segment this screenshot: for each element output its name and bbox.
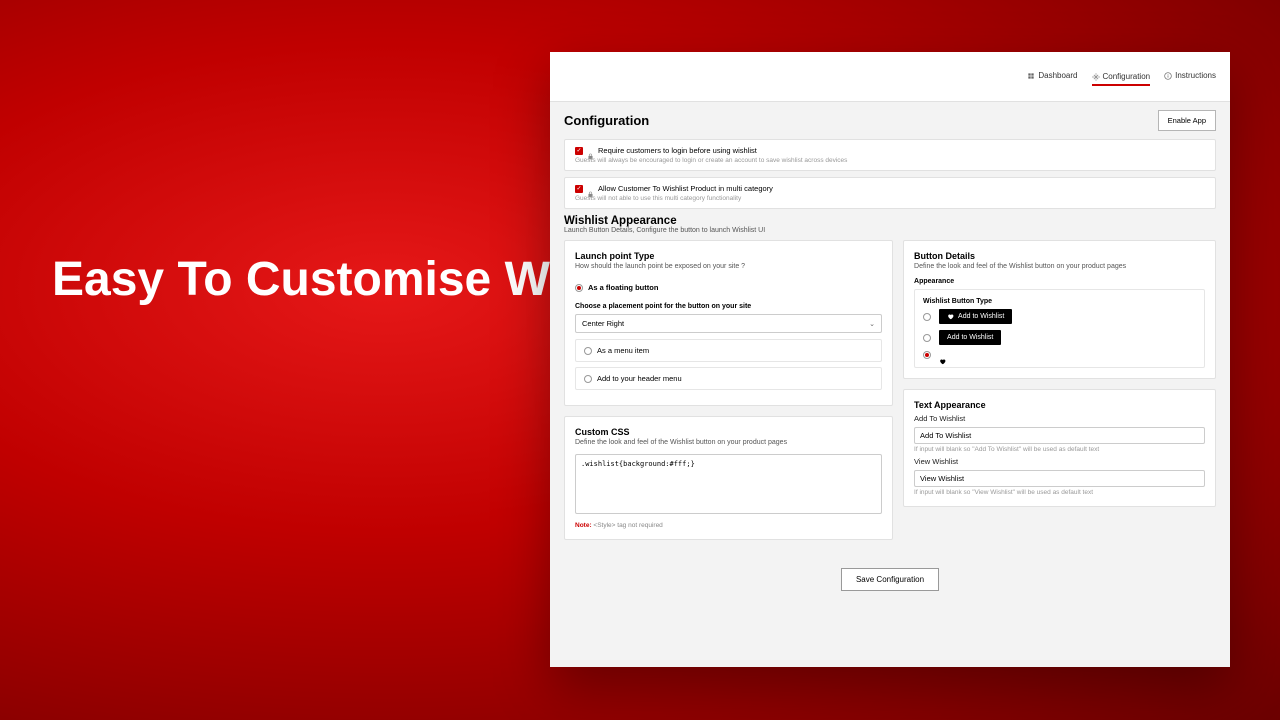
radio-btn-type-3[interactable]	[923, 351, 931, 359]
bd-type-label: Wishlist Button Type	[923, 298, 1196, 305]
multi-category-help: Guests will not able to use this multi c…	[575, 195, 1205, 202]
nav-dashboard-label: Dashboard	[1038, 71, 1077, 80]
page-title: Configuration	[564, 113, 649, 128]
appearance-title: Wishlist Appearance	[564, 215, 1216, 227]
radio-btn-type-1[interactable]	[923, 313, 931, 321]
ta-help-2: If input will blank so "View Wishlist" w…	[914, 489, 1205, 496]
nav-configuration[interactable]: Configuration	[1092, 72, 1151, 86]
css-title: Custom CSS	[575, 427, 882, 437]
page-header: Configuration Enable App	[564, 110, 1216, 131]
nav-instructions[interactable]: Instructions	[1164, 71, 1216, 82]
ta-label-1: Add To Wishlist	[914, 414, 1205, 423]
radio-header-menu[interactable]	[584, 375, 592, 383]
wishlist-button-preview-1: Add to Wishlist	[939, 309, 1012, 324]
ta-label-2: View Wishlist	[914, 457, 1205, 466]
heart-icon	[939, 352, 946, 359]
radio-floating-label: As a floating button	[588, 283, 658, 292]
css-note: Note: <Style> tag not required	[575, 522, 882, 529]
lock-icon	[587, 147, 594, 154]
top-nav: Dashboard Configuration Instructions	[550, 52, 1230, 102]
option-multi-category: ✓ Allow Customer To Wishlist Product in …	[564, 177, 1216, 209]
bd-appearance-label: Appearance	[914, 278, 1205, 285]
info-icon	[1164, 72, 1172, 80]
save-configuration-button[interactable]: Save Configuration	[841, 568, 939, 591]
nav-dashboard[interactable]: Dashboard	[1027, 71, 1077, 82]
css-textarea[interactable]	[575, 454, 882, 514]
placement-label: Choose a placement point for the button …	[575, 303, 882, 310]
nav-configuration-label: Configuration	[1103, 72, 1151, 81]
require-login-label: Require customers to login before using …	[598, 146, 757, 155]
wishlist-button-preview-2: Add to Wishlist	[939, 330, 1001, 345]
custom-css-panel: Custom CSS Define the look and feel of t…	[564, 416, 893, 540]
checkbox-require-login[interactable]: ✓	[575, 147, 583, 155]
appearance-sub: Launch Button Details, Configure the but…	[564, 227, 1216, 234]
ta-title: Text Appearance	[914, 400, 1205, 410]
view-wishlist-input[interactable]	[914, 470, 1205, 487]
checkbox-multi-category[interactable]: ✓	[575, 185, 583, 193]
gear-icon	[1092, 73, 1100, 81]
radio-menu-item-label: As a menu item	[597, 346, 649, 355]
text-appearance-panel: Text Appearance Add To Wishlist If input…	[903, 389, 1216, 507]
multi-category-label: Allow Customer To Wishlist Product in mu…	[598, 184, 773, 193]
button-details-panel: Button Details Define the look and feel …	[903, 240, 1216, 379]
placement-select[interactable]: Center Right ⌄	[575, 314, 882, 333]
lock-icon	[587, 185, 594, 192]
heart-icon	[947, 313, 954, 320]
bd-sub: Define the look and feel of the Wishlist…	[914, 263, 1205, 270]
radio-menu-item[interactable]	[584, 347, 592, 355]
radio-header-menu-label: Add to your header menu	[597, 374, 682, 383]
chevron-down-icon: ⌄	[869, 320, 875, 328]
css-sub: Define the look and feel of the Wishlist…	[575, 439, 882, 446]
nav-instructions-label: Instructions	[1175, 71, 1216, 80]
radio-floating[interactable]	[575, 284, 583, 292]
launch-point-panel: Launch point Type How should the launch …	[564, 240, 893, 406]
placement-value: Center Right	[582, 319, 624, 328]
radio-btn-type-2[interactable]	[923, 334, 931, 342]
add-wishlist-input[interactable]	[914, 427, 1205, 444]
page-body: Configuration Enable App ✓ Require custo…	[550, 102, 1230, 599]
require-login-help: Guests will always be encouraged to logi…	[575, 157, 1205, 164]
bd-title: Button Details	[914, 251, 1205, 261]
option-require-login: ✓ Require customers to login before usin…	[564, 139, 1216, 171]
enable-app-button[interactable]: Enable App	[1158, 110, 1216, 131]
launch-title: Launch point Type	[575, 251, 882, 261]
app-screenshot: Dashboard Configuration Instructions Con…	[550, 52, 1230, 667]
ta-help-1: If input will blank so "Add To Wishlist"…	[914, 446, 1205, 453]
dashboard-icon	[1027, 72, 1035, 80]
launch-sub: How should the launch point be exposed o…	[575, 263, 882, 270]
